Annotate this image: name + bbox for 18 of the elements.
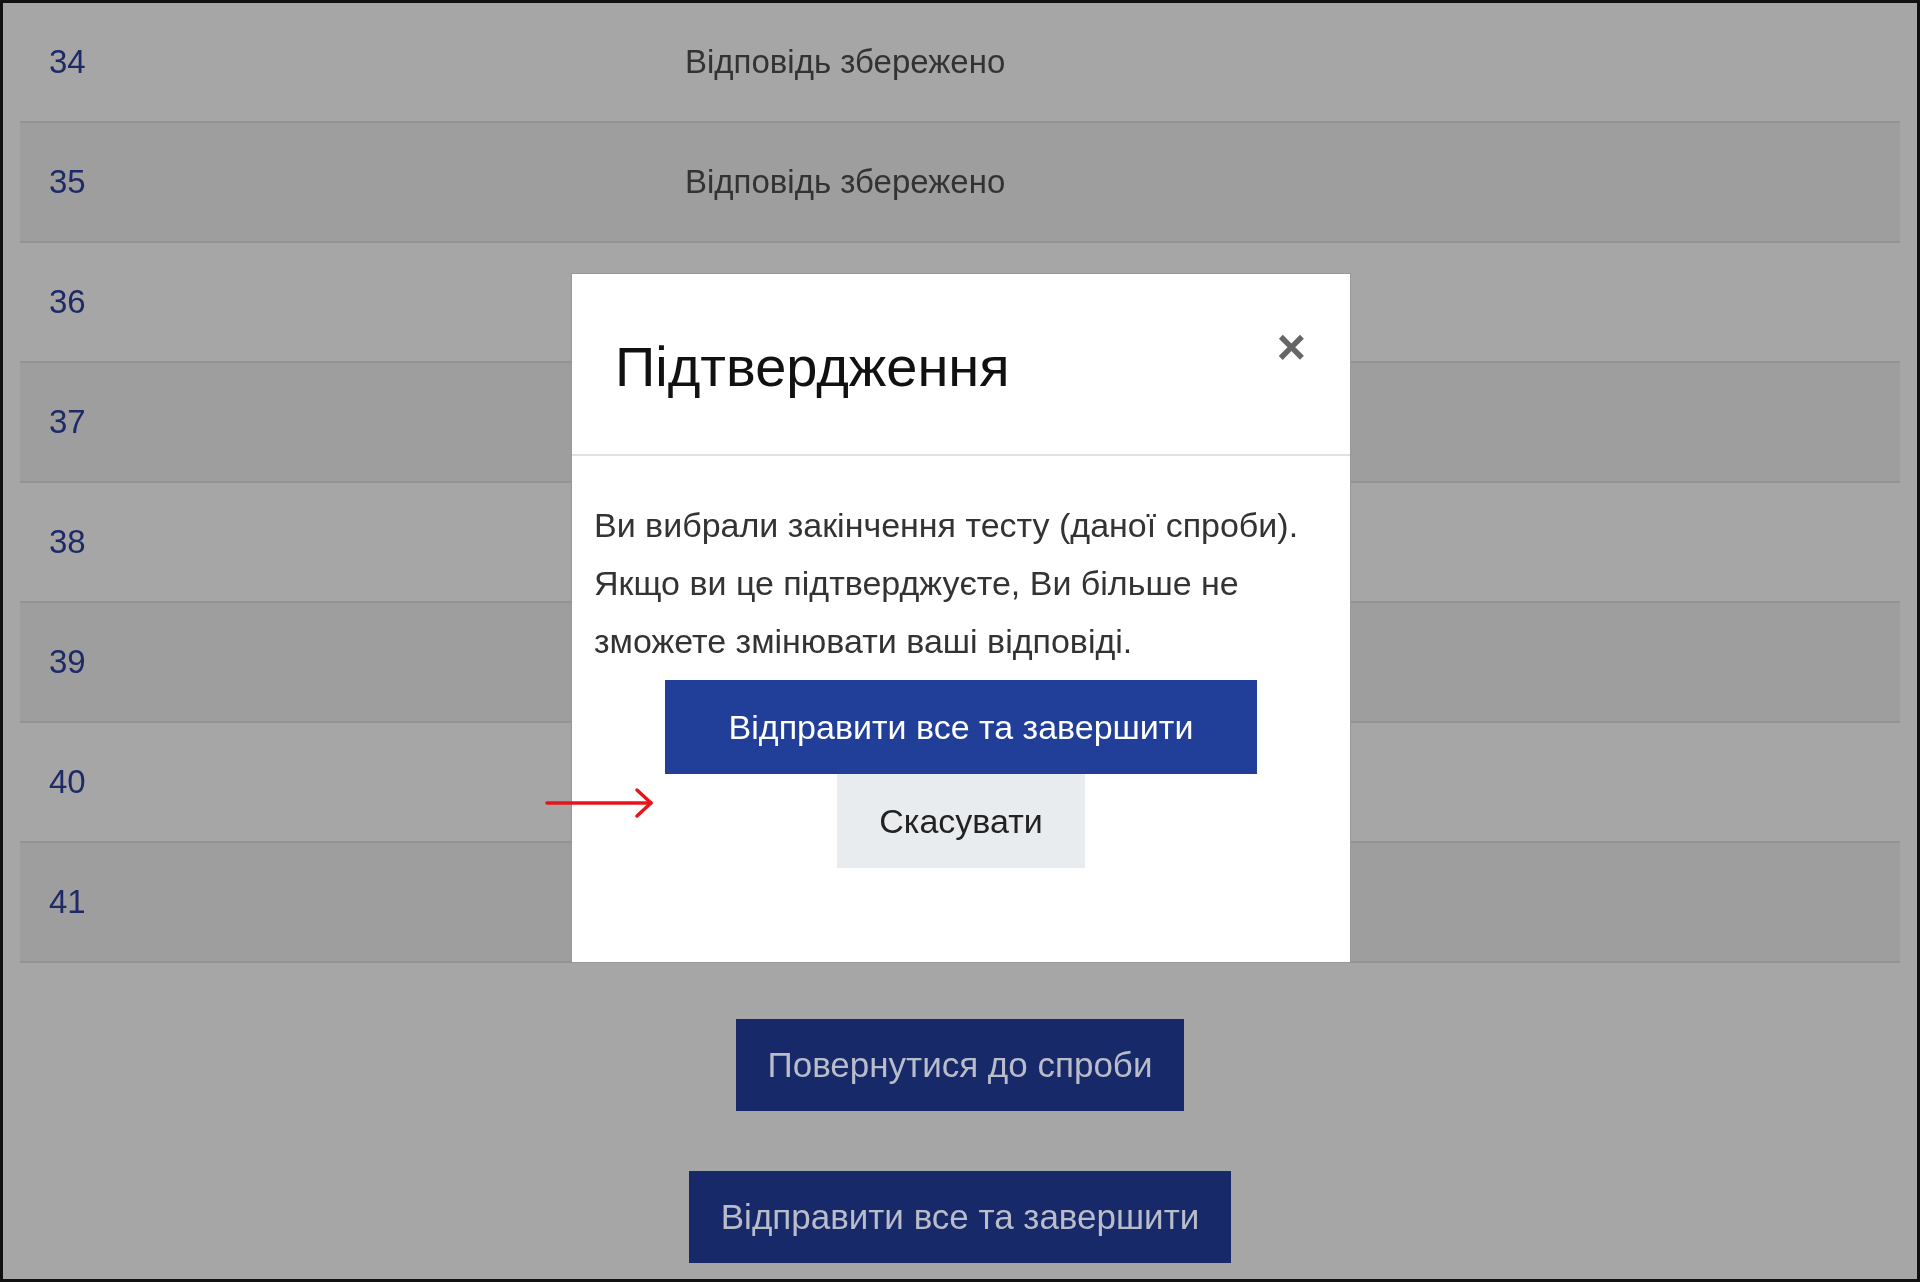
question-number[interactable]: 34 [49, 43, 86, 81]
question-number[interactable]: 37 [49, 403, 86, 441]
cancel-button[interactable]: Скасувати [837, 774, 1085, 868]
close-button[interactable]: × [1272, 322, 1310, 372]
question-number[interactable]: 41 [49, 883, 86, 921]
arrow-icon [545, 786, 655, 820]
question-number[interactable]: 35 [49, 163, 86, 201]
page-button[interactable]: Відправити все та завершити [688, 1171, 1232, 1263]
dialog-message: Ви вибрали закінчення тесту (даної спроби). Якщо ви це підтверджуєте, Ви більше не зможете змінювати ваші відповіді. [594, 505, 1300, 662]
status-text: Відповідь збережено [685, 43, 1006, 81]
question-number[interactable]: 36 [49, 283, 86, 321]
question-number[interactable]: 38 [49, 523, 86, 561]
submit-button[interactable]: Відправити все та завершити [665, 680, 1257, 774]
question-number[interactable]: 40 [49, 763, 86, 801]
dialog-title: Підтвердження [615, 334, 1010, 399]
page-button[interactable]: Повернутися до спроби [735, 1019, 1185, 1111]
status-text: Відповідь збережено [685, 163, 1006, 201]
question-number[interactable]: 39 [49, 643, 86, 681]
